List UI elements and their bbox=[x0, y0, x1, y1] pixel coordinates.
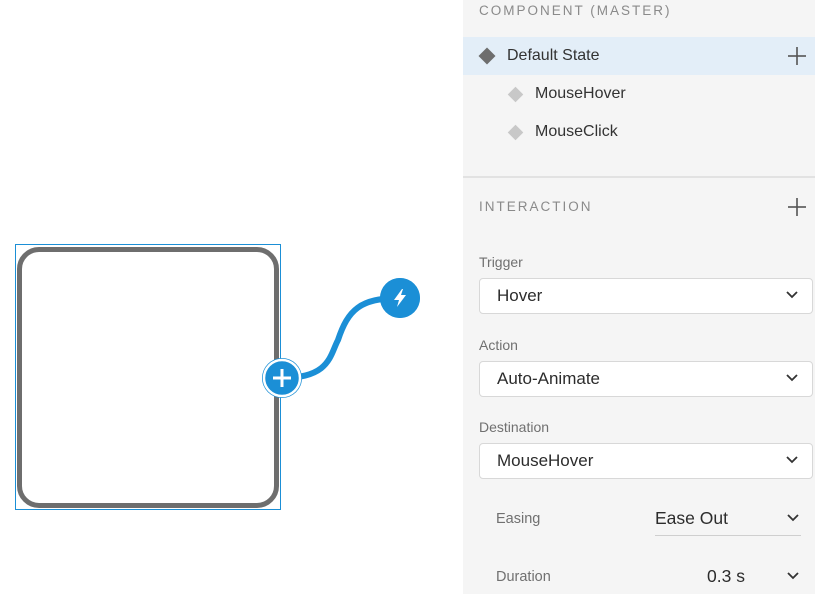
easing-select[interactable]: Ease Out bbox=[655, 502, 801, 534]
state-label: MouseClick bbox=[535, 123, 618, 140]
duration-select[interactable]: 0.3 s bbox=[707, 560, 801, 592]
easing-label: Easing bbox=[496, 511, 541, 527]
diamond-icon bbox=[478, 47, 496, 65]
plus-icon bbox=[788, 47, 806, 65]
action-dropdown[interactable]: Auto-Animate bbox=[479, 361, 813, 397]
diamond-icon bbox=[507, 86, 524, 102]
destination-value: MouseHover bbox=[497, 451, 594, 470]
chevron-down-icon bbox=[786, 374, 798, 382]
chevron-down-icon bbox=[786, 456, 798, 464]
trigger-label: Trigger bbox=[479, 254, 523, 270]
add-state-button[interactable] bbox=[787, 46, 807, 66]
section-divider bbox=[463, 176, 815, 178]
chevron-down-icon bbox=[787, 572, 799, 580]
trigger-value: Hover bbox=[497, 286, 543, 305]
state-label: Default State bbox=[507, 47, 600, 64]
artboard-canvas[interactable] bbox=[0, 0, 463, 594]
trigger-handle[interactable] bbox=[380, 278, 420, 318]
add-interaction-handle[interactable] bbox=[262, 358, 302, 398]
chevron-down-icon bbox=[786, 291, 798, 299]
chevron-down-icon bbox=[787, 514, 799, 522]
state-mousehover[interactable]: MouseHover bbox=[463, 75, 815, 113]
diamond-icon bbox=[507, 124, 524, 140]
destination-label: Destination bbox=[479, 419, 550, 435]
duration-value: 0.3 s bbox=[707, 565, 745, 586]
trigger-dropdown[interactable]: Hover bbox=[479, 278, 813, 314]
properties-panel: COMPONENT (MASTER) Default State MouseHo… bbox=[463, 0, 815, 594]
states-section-title: COMPONENT (MASTER) bbox=[479, 3, 672, 18]
action-label: Action bbox=[479, 337, 518, 353]
state-default[interactable]: Default State bbox=[463, 37, 815, 75]
state-label: MouseHover bbox=[535, 85, 626, 102]
add-interaction-button[interactable] bbox=[787, 197, 807, 217]
duration-label: Duration bbox=[496, 569, 551, 585]
destination-dropdown[interactable]: MouseHover bbox=[479, 443, 813, 479]
lightning-bolt-icon bbox=[380, 278, 420, 318]
easing-underline bbox=[655, 535, 801, 536]
action-value: Auto-Animate bbox=[497, 369, 600, 388]
component-rectangle[interactable] bbox=[17, 247, 279, 508]
easing-value: Ease Out bbox=[655, 507, 728, 528]
state-mouseclick[interactable]: MouseClick bbox=[463, 113, 815, 151]
interaction-section-title: INTERACTION bbox=[479, 199, 593, 214]
plus-icon bbox=[788, 198, 806, 216]
plus-icon bbox=[262, 358, 302, 398]
